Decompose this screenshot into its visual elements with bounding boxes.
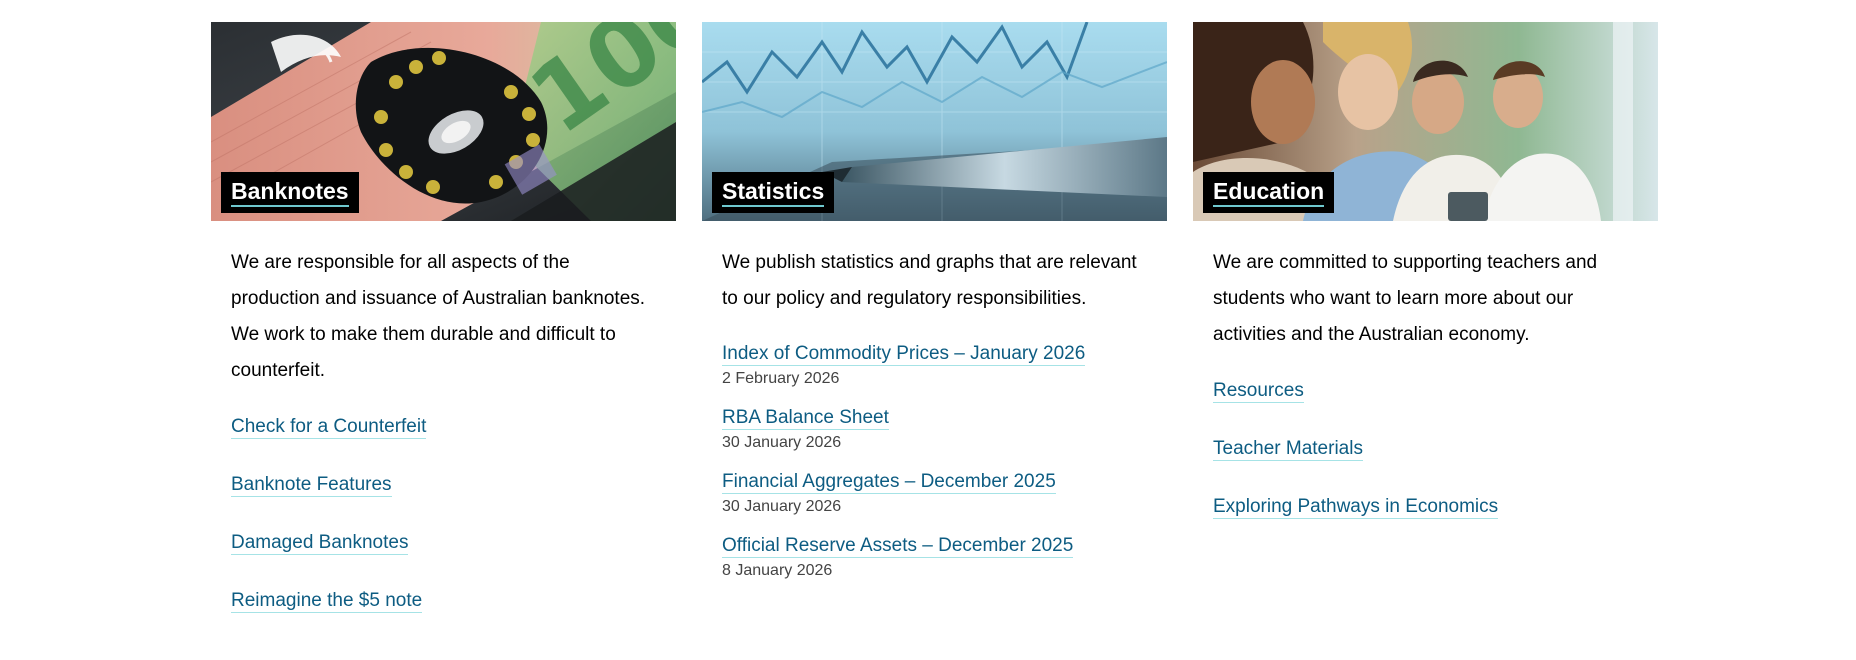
resources-link[interactable]: Resources [1213, 380, 1304, 403]
education-label: Education [1203, 172, 1335, 213]
banknotes-description: We are responsible for all aspects of th… [231, 252, 646, 381]
publish-date: 2 February 2026 [722, 370, 840, 387]
banknotes-hero[interactable]: 100 Banknotes [211, 22, 676, 221]
statistics-link-list: Index of Commodity Prices – January 2026… [722, 343, 1147, 580]
statistics-description: We publish statistics and graphs that ar… [722, 252, 1137, 309]
statistics-card: Statistics We publish statistics and gra… [702, 22, 1167, 599]
banknotes-label: Banknotes [221, 172, 359, 213]
check-counterfeit-link[interactable]: Check for a Counterfeit [231, 416, 427, 439]
damaged-banknotes-link[interactable]: Damaged Banknotes [231, 532, 409, 555]
financial-aggregates-link[interactable]: Financial Aggregates – December 2025 [722, 471, 1056, 494]
statistics-body: We publish statistics and graphs that ar… [702, 245, 1167, 580]
list-item: Reimagine the $5 note [231, 587, 656, 616]
education-card: Education We are committed to supporting… [1193, 22, 1658, 551]
commodity-prices-link[interactable]: Index of Commodity Prices – January 2026 [722, 343, 1086, 366]
education-link-list: Resources Teacher Materials Exploring Pa… [1213, 377, 1638, 522]
balance-sheet-link[interactable]: RBA Balance Sheet [722, 407, 889, 430]
statistics-heading-link[interactable]: Statistics [722, 178, 825, 207]
banknotes-link-list: Check for a Counterfeit Banknote Feature… [231, 413, 656, 616]
education-description: We are committed to supporting teachers … [1213, 252, 1598, 345]
banknote-features-link[interactable]: Banknote Features [231, 474, 392, 497]
teacher-materials-link[interactable]: Teacher Materials [1213, 438, 1363, 461]
list-item: Teacher Materials [1213, 435, 1638, 464]
banknotes-body: We are responsible for all aspects of th… [211, 245, 676, 616]
exploring-pathways-link[interactable]: Exploring Pathways in Economics [1213, 496, 1499, 519]
statistics-hero[interactable]: Statistics [702, 22, 1167, 221]
reserve-assets-link[interactable]: Official Reserve Assets – December 2025 [722, 535, 1074, 558]
education-heading-link[interactable]: Education [1213, 178, 1325, 207]
list-item: Index of Commodity Prices – January 2026… [722, 343, 1147, 388]
education-hero[interactable]: Education [1193, 22, 1658, 221]
list-item: Official Reserve Assets – December 2025 … [722, 535, 1147, 580]
publish-date: 30 January 2026 [722, 434, 842, 451]
banknotes-card: 100 Banknotes We are responsible for all… [211, 22, 676, 645]
list-item: Banknote Features [231, 471, 656, 500]
publish-date: 30 January 2026 [722, 498, 842, 515]
list-item: Resources [1213, 377, 1638, 406]
list-item: Exploring Pathways in Economics [1213, 493, 1638, 522]
list-item: Financial Aggregates – December 2025 30 … [722, 471, 1147, 516]
list-item: Check for a Counterfeit [231, 413, 656, 442]
statistics-label: Statistics [712, 172, 835, 213]
list-item: RBA Balance Sheet 30 January 2026 [722, 407, 1147, 452]
publish-date: 8 January 2026 [722, 562, 833, 579]
list-item: Damaged Banknotes [231, 529, 656, 558]
education-body: We are committed to supporting teachers … [1193, 245, 1658, 522]
content-cards: 100 Banknotes We are responsible for all… [0, 0, 1856, 660]
banknotes-heading-link[interactable]: Banknotes [231, 178, 349, 207]
reimagine-5-note-link[interactable]: Reimagine the $5 note [231, 590, 423, 613]
